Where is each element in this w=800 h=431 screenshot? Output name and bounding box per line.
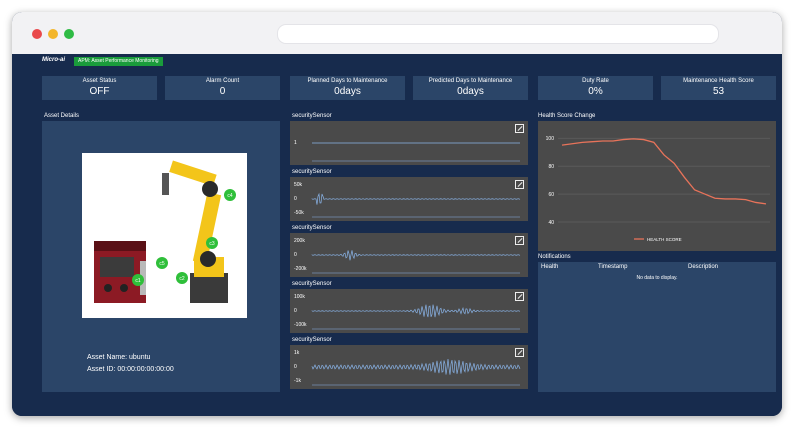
- asset-image: c4 c3 c5 c2 c1: [82, 153, 247, 318]
- kpi-alarm-count: Alarm Count 0: [165, 76, 280, 100]
- robot-joint: [200, 251, 216, 267]
- sensor-marker-label: c2: [179, 276, 185, 282]
- kpi-duty-rate: Duty Rate 0%: [538, 76, 653, 100]
- sensor-marker-label: c1: [135, 278, 141, 284]
- sensor-signal-line: [311, 359, 521, 375]
- app-badge: APM: Asset Performance Monitoring: [74, 57, 163, 66]
- apm-dashboard: Micro-ai APM: Asset Performance Monitori…: [12, 54, 782, 416]
- sensor-waveform: [311, 192, 521, 218]
- close-window-icon[interactable]: [32, 29, 42, 39]
- kpi-value: 0days: [457, 86, 484, 97]
- legend-label[interactable]: HEALTH SCORE: [647, 237, 682, 242]
- kpi-health-score: Maintenance Health Score 53: [661, 76, 776, 100]
- health-score-chart: 100 80 60 40 HEALTH SCORE: [546, 136, 770, 242]
- health-chart-title: Health Score Change: [538, 113, 596, 119]
- notifications-title: Notifications: [538, 254, 571, 260]
- kpi-label: Maintenance Health Score: [683, 78, 754, 84]
- browser-window: Micro-ai APM: Asset Performance Monitori…: [12, 12, 782, 416]
- kpi-value: 0days: [334, 86, 361, 97]
- asset-name: Asset Name: ubuntu: [87, 354, 151, 361]
- maximize-window-icon[interactable]: [64, 29, 74, 39]
- kpi-label: Alarm Count: [205, 78, 240, 84]
- column-header-timestamp[interactable]: Timestamp: [598, 264, 627, 270]
- sensor-marker-label: c5: [159, 261, 165, 267]
- robot-illustration: c4 c3 c5 c2 c1: [94, 160, 236, 303]
- browser-chrome: [12, 12, 782, 54]
- robot-torch: [162, 173, 169, 195]
- sensor-title: securitySensor: [292, 169, 332, 175]
- y-axis-tick: 60: [548, 192, 554, 198]
- sensor-waveform: [311, 359, 521, 386]
- sensor-chart-panel: 50k 0 -50k: [290, 177, 528, 221]
- welder-knob: [120, 284, 128, 292]
- sensor-marker-label: c3: [209, 241, 215, 247]
- kpi-label: Planned Days to Maintenance: [307, 78, 388, 84]
- sensor-waveform: [311, 250, 521, 274]
- y-axis-tick: 80: [548, 164, 554, 170]
- sensor-marker-label: c4: [227, 193, 233, 199]
- sensor-waveform: [312, 142, 520, 162]
- y-axis-tick: 100: [546, 136, 555, 142]
- asset-details-title: Asset Details: [44, 113, 80, 119]
- top-bar: Micro-ai APM: Asset Performance Monitori…: [12, 54, 782, 70]
- minimize-window-icon[interactable]: [48, 29, 58, 39]
- asset-details-panel: c4 c3 c5 c2 c1 Asset Name: ubuntu Asset …: [42, 121, 280, 392]
- robot-base: [190, 273, 228, 303]
- kpi-value: OFF: [89, 86, 110, 97]
- kpi-asset-status: Asset Status OFF: [42, 76, 157, 100]
- y-axis-tick: 40: [548, 220, 554, 226]
- sensor-signal-line: [311, 304, 521, 318]
- welder-top: [94, 241, 146, 251]
- welder-knob: [104, 284, 112, 292]
- sensor-waveform: [311, 304, 521, 330]
- kpi-predicted-days: Predicted Days to Maintenance 0days: [413, 76, 528, 100]
- kpi-value: 0%: [588, 86, 603, 97]
- sensor-title: securitySensor: [292, 337, 332, 343]
- sensor-title: securitySensor: [292, 225, 332, 231]
- column-header-health[interactable]: Health: [541, 264, 558, 270]
- sensor-title: securitySensor: [292, 113, 332, 119]
- sensor-chart-panel: 1: [290, 121, 528, 165]
- asset-id: Asset ID: 00:00:00:00:00:00: [87, 366, 174, 373]
- kpi-planned-days: Planned Days to Maintenance 0days: [290, 76, 405, 100]
- address-bar[interactable]: [277, 24, 719, 44]
- kpi-label: Asset Status: [82, 78, 117, 84]
- sensor-signal-line: [311, 192, 521, 205]
- column-header-description[interactable]: Description: [688, 264, 718, 270]
- sensor-chart-panel: 1k 0 -1k: [290, 345, 528, 389]
- welder-panel: [100, 257, 134, 277]
- sensor-signal-line: [311, 250, 521, 261]
- sensor-chart-panel: 200k 0 -200k: [290, 233, 528, 277]
- health-chart-panel: 100 80 60 40 HEALTH SCORE: [538, 121, 776, 251]
- robot-joint: [202, 181, 218, 197]
- kpi-label: Duty Rate: [582, 78, 609, 84]
- empty-state-text: No data to display.: [636, 275, 678, 281]
- sensor-title: securitySensor: [292, 281, 332, 287]
- app-logo: Micro-ai: [42, 57, 66, 63]
- kpi-value: 53: [712, 86, 725, 97]
- kpi-value: 0: [219, 86, 226, 97]
- notifications-panel: Health Timestamp Description No data to …: [538, 262, 776, 392]
- kpi-label: Predicted Days to Maintenance: [428, 78, 513, 84]
- sensor-chart-panel: 100k 0 -100k: [290, 289, 528, 333]
